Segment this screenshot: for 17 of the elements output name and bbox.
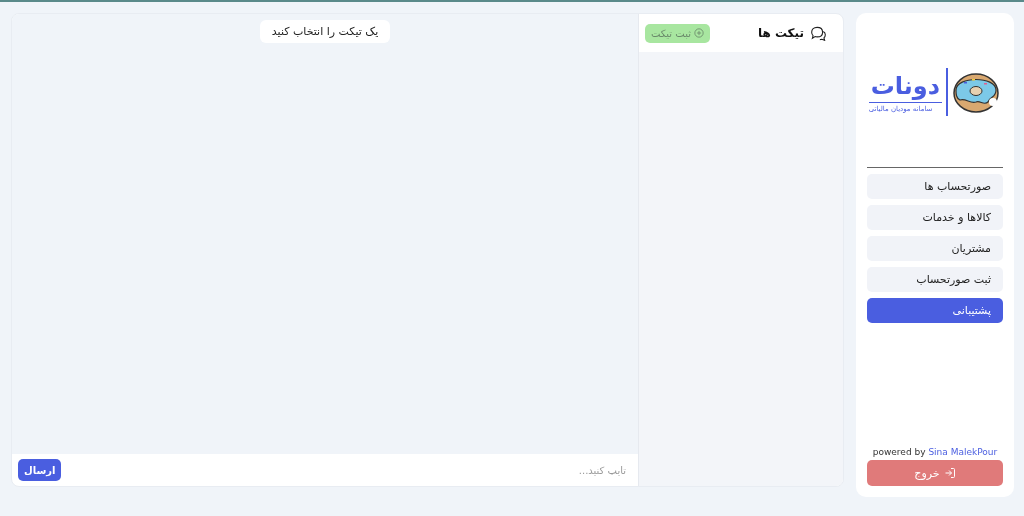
- chat-bubbles-icon: [810, 25, 827, 41]
- logout-button[interactable]: خروج: [867, 460, 1003, 486]
- brand-name: دونات: [868, 71, 942, 103]
- send-button[interactable]: ارسال: [18, 459, 62, 481]
- credit-text: powered by Sina MalekPour: [871, 447, 999, 457]
- nav-item[interactable]: پشتیبانی: [867, 298, 1003, 323]
- logout-icon: [943, 467, 956, 479]
- nav-item[interactable]: کالاها و خدمات: [867, 205, 1003, 230]
- author-link[interactable]: Sina MalekPour: [928, 447, 998, 457]
- plus-circle-icon: [693, 28, 704, 38]
- select-ticket-hint: یک تیکت را انتخاب کنید: [259, 20, 391, 43]
- tickets-title: تیکت ها: [757, 26, 804, 40]
- nav-item[interactable]: ثبت صورتحساب: [867, 267, 1003, 292]
- nav-item[interactable]: مشتریان: [867, 236, 1003, 261]
- donut-logo-icon: [952, 70, 1000, 114]
- message-input[interactable]: تایپ کنید...: [69, 463, 628, 477]
- nav-item[interactable]: صورتحساب ها: [867, 174, 1003, 199]
